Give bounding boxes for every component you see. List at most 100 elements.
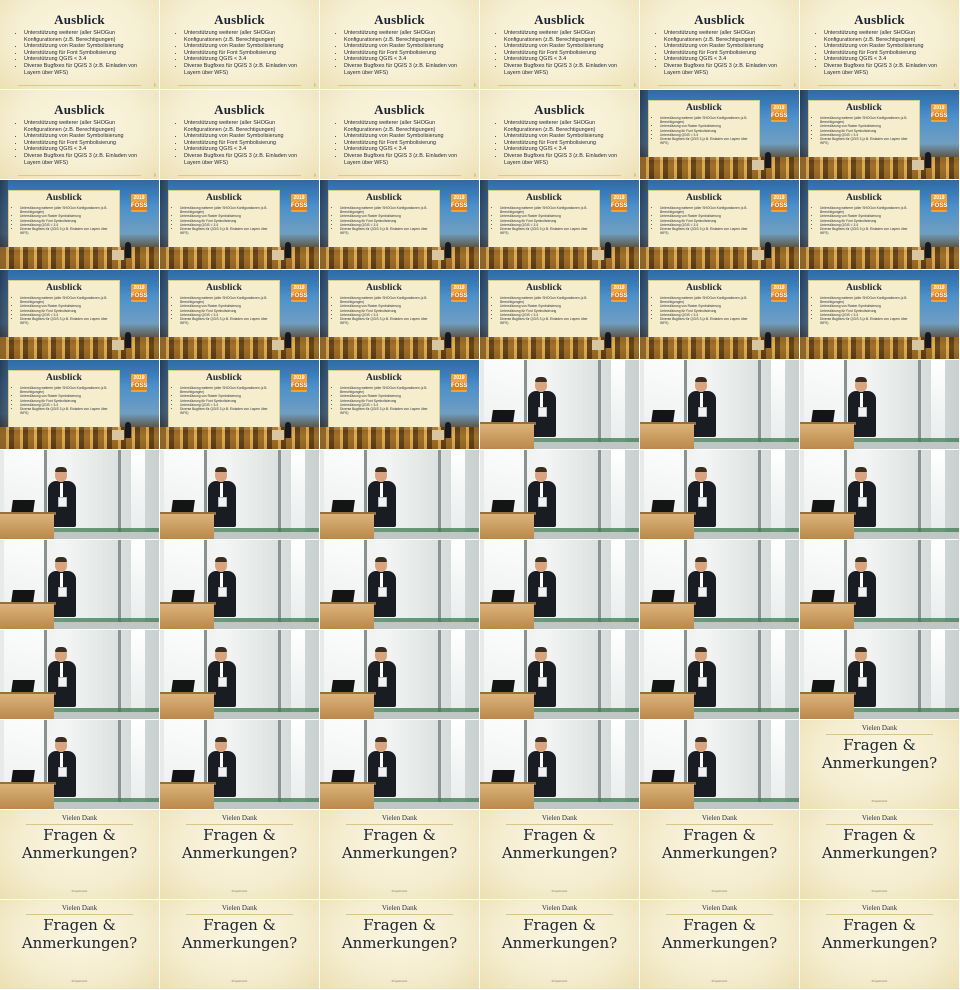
slide-bullet: Unterstützung weiterer (aller SHOGun Kon…	[180, 296, 276, 304]
projection-screen: Ausblick Unterstützung weiterer (aller S…	[809, 101, 919, 159]
questions-heading: Fragen & Anmerkungen?	[21, 916, 138, 952]
foss-logo-icon: 2019 FOSS	[611, 284, 627, 302]
questions-heading: Fragen & Anmerkungen?	[661, 826, 778, 862]
slide-divider	[346, 824, 453, 825]
podium	[912, 340, 924, 350]
projection-screen: Ausblick Unterstützung weiterer (aller S…	[809, 281, 919, 339]
slide-footer: Projektnotiz	[871, 889, 888, 893]
logo-word: FOSS	[451, 202, 468, 210]
slide-title: Ausblick	[206, 373, 242, 383]
logo-year: 2019	[933, 105, 945, 111]
stage-lights	[480, 337, 639, 359]
slide-bullet-list: Unterstützung weiterer (aller SHOGun Kon…	[335, 386, 436, 415]
slide-thumbnail-fragen: Vielen Dank Fragen & Anmerkungen? Projek…	[480, 900, 640, 990]
slide-bullet: Diverse Bugfixes für QGIS 3 (z.B. Einlad…	[180, 227, 276, 235]
name-badge	[698, 407, 707, 417]
logo-word: FOSS	[771, 202, 788, 210]
slide-title: Ausblick	[46, 193, 82, 203]
speaker-hair	[215, 737, 227, 742]
slide-thumbnail-fragen: Vielen Dank Fragen & Anmerkungen? Projek…	[0, 900, 160, 990]
speaker-figure	[445, 242, 451, 258]
slide-divider	[338, 85, 461, 86]
slide-bullet: Unterstützung weiterer (aller SHOGun Kon…	[184, 120, 311, 133]
slide-thumbnail-fragen: Vielen Dank Fragen & Anmerkungen? Projek…	[320, 900, 480, 990]
slide-bullet: Unterstützung weiterer (aller SHOGun Kon…	[664, 30, 791, 43]
questions-heading: Fragen & Anmerkungen?	[181, 916, 298, 952]
name-badge	[58, 677, 67, 687]
window-frame	[758, 630, 761, 719]
slide-divider	[346, 914, 453, 915]
slide-bullet: Diverse Bugfixes für QGIS 3 (z.B. Einlad…	[340, 317, 436, 325]
window-frame	[918, 360, 921, 449]
next-slide-icon: ›	[473, 172, 476, 179]
slide-footer: Projektnotiz	[551, 889, 568, 893]
speaker-figure	[925, 152, 931, 168]
podium	[640, 424, 694, 449]
slide-bullet: Unterstützung für Font Symbolisierung	[664, 50, 791, 57]
slide-bullet: Diverse Bugfixes für QGIS 3 (z.B. Einlad…	[660, 317, 756, 325]
slide-bullet: Unterstützung von Raster Symbolisierung	[344, 133, 471, 140]
video-frame-speaker	[480, 450, 640, 540]
video-frame-projected-slide: Ausblick Unterstützung weiterer (aller S…	[480, 270, 640, 360]
next-slide-icon: ›	[633, 172, 636, 179]
logo-year: 2019	[293, 375, 305, 381]
name-badge	[858, 677, 867, 687]
slide-divider	[658, 85, 781, 86]
thanks-text: Vielen Dank	[541, 814, 578, 822]
slide-thumbnail-ausblick: Ausblick Unterstützung weiterer (aller S…	[320, 0, 480, 90]
slide-bullet: Unterstützung QGIS < 3.4	[24, 56, 151, 63]
slide-bullet: Unterstützung weiterer (aller SHOGun Kon…	[500, 296, 596, 304]
name-badge	[538, 407, 547, 417]
video-frame-projected-slide: Ausblick Unterstützung weiterer (aller S…	[640, 180, 800, 270]
slide-bullet-list: Unterstützung weiterer (aller SHOGun Kon…	[335, 296, 436, 325]
slide-thumbnail-fragen: Vielen Dank Fragen & Anmerkungen? Projek…	[480, 810, 640, 900]
slide-title: Ausblick	[214, 102, 265, 117]
window-frame	[598, 630, 601, 719]
slide-bullet: Unterstützung weiterer (aller SHOGun Kon…	[340, 386, 436, 394]
logo-year: 2019	[773, 195, 785, 201]
speaker-hair	[535, 647, 547, 652]
logo-year: 2019	[133, 375, 145, 381]
window-frame	[438, 630, 441, 719]
podium	[0, 514, 54, 539]
thanks-text: Vielen Dank	[221, 904, 258, 912]
slide-bullet: Diverse Bugfixes für QGIS 3 (z.B. Einlad…	[20, 407, 116, 415]
podium	[912, 160, 924, 170]
podium	[0, 784, 54, 809]
projection-screen: Ausblick Unterstützung weiterer (aller S…	[169, 191, 279, 249]
window-frame	[598, 450, 601, 539]
slide-bullet: Diverse Bugfixes für QGIS 3 (z.B. Einlad…	[820, 227, 916, 235]
podium	[800, 424, 854, 449]
podium	[432, 250, 444, 260]
logo-year: 2019	[773, 285, 785, 291]
slide-bullet: Unterstützung weiterer (aller SHOGun Kon…	[660, 296, 756, 304]
slide-title: Ausblick	[526, 193, 562, 203]
slide-divider	[498, 175, 621, 176]
logo-year: 2019	[613, 285, 625, 291]
slide-title: Ausblick	[686, 283, 722, 293]
slide-bullet: Unterstützung weiterer (aller SHOGun Kon…	[660, 206, 756, 214]
speaker-hair	[695, 377, 707, 382]
video-frame-speaker	[480, 720, 640, 810]
thanks-text: Vielen Dank	[541, 904, 578, 912]
slide-bullet: Unterstützung weiterer (aller SHOGun Kon…	[824, 30, 951, 43]
logo-year: 2019	[133, 285, 145, 291]
slide-bullet: Unterstützung für Font Symbolisierung	[184, 50, 311, 57]
slide-title: Ausblick	[846, 193, 882, 203]
logo-year: 2019	[133, 195, 145, 201]
window-frame	[438, 720, 441, 809]
slide-bullet: Unterstützung von Raster Symbolisierung	[184, 43, 311, 50]
slide-bullet: Unterstützung von Raster Symbolisierung	[24, 133, 151, 140]
projection-screen: Ausblick Unterstützung weiterer (aller S…	[649, 191, 759, 249]
slide-bullet: Unterstützung von Raster Symbolisierung	[504, 43, 631, 50]
stage-lights	[640, 157, 799, 179]
video-frame-projected-slide: Ausblick Unterstützung weiterer (aller S…	[640, 270, 800, 360]
projection-screen: Ausblick Unterstützung weiterer (aller S…	[489, 281, 599, 339]
speaker-hair	[215, 467, 227, 472]
foss-logo-icon: 2019 FOSS	[291, 374, 307, 392]
window-pane	[611, 720, 625, 809]
stage-lights	[320, 337, 479, 359]
slide-bullet-list: Unterstützung weiterer (aller SHOGun Kon…	[15, 296, 116, 325]
slide-thumbnail-fragen: Vielen Dank Fragen & Anmerkungen? Projek…	[800, 900, 960, 990]
projection-screen: Ausblick Unterstützung weiterer (aller S…	[9, 281, 119, 339]
